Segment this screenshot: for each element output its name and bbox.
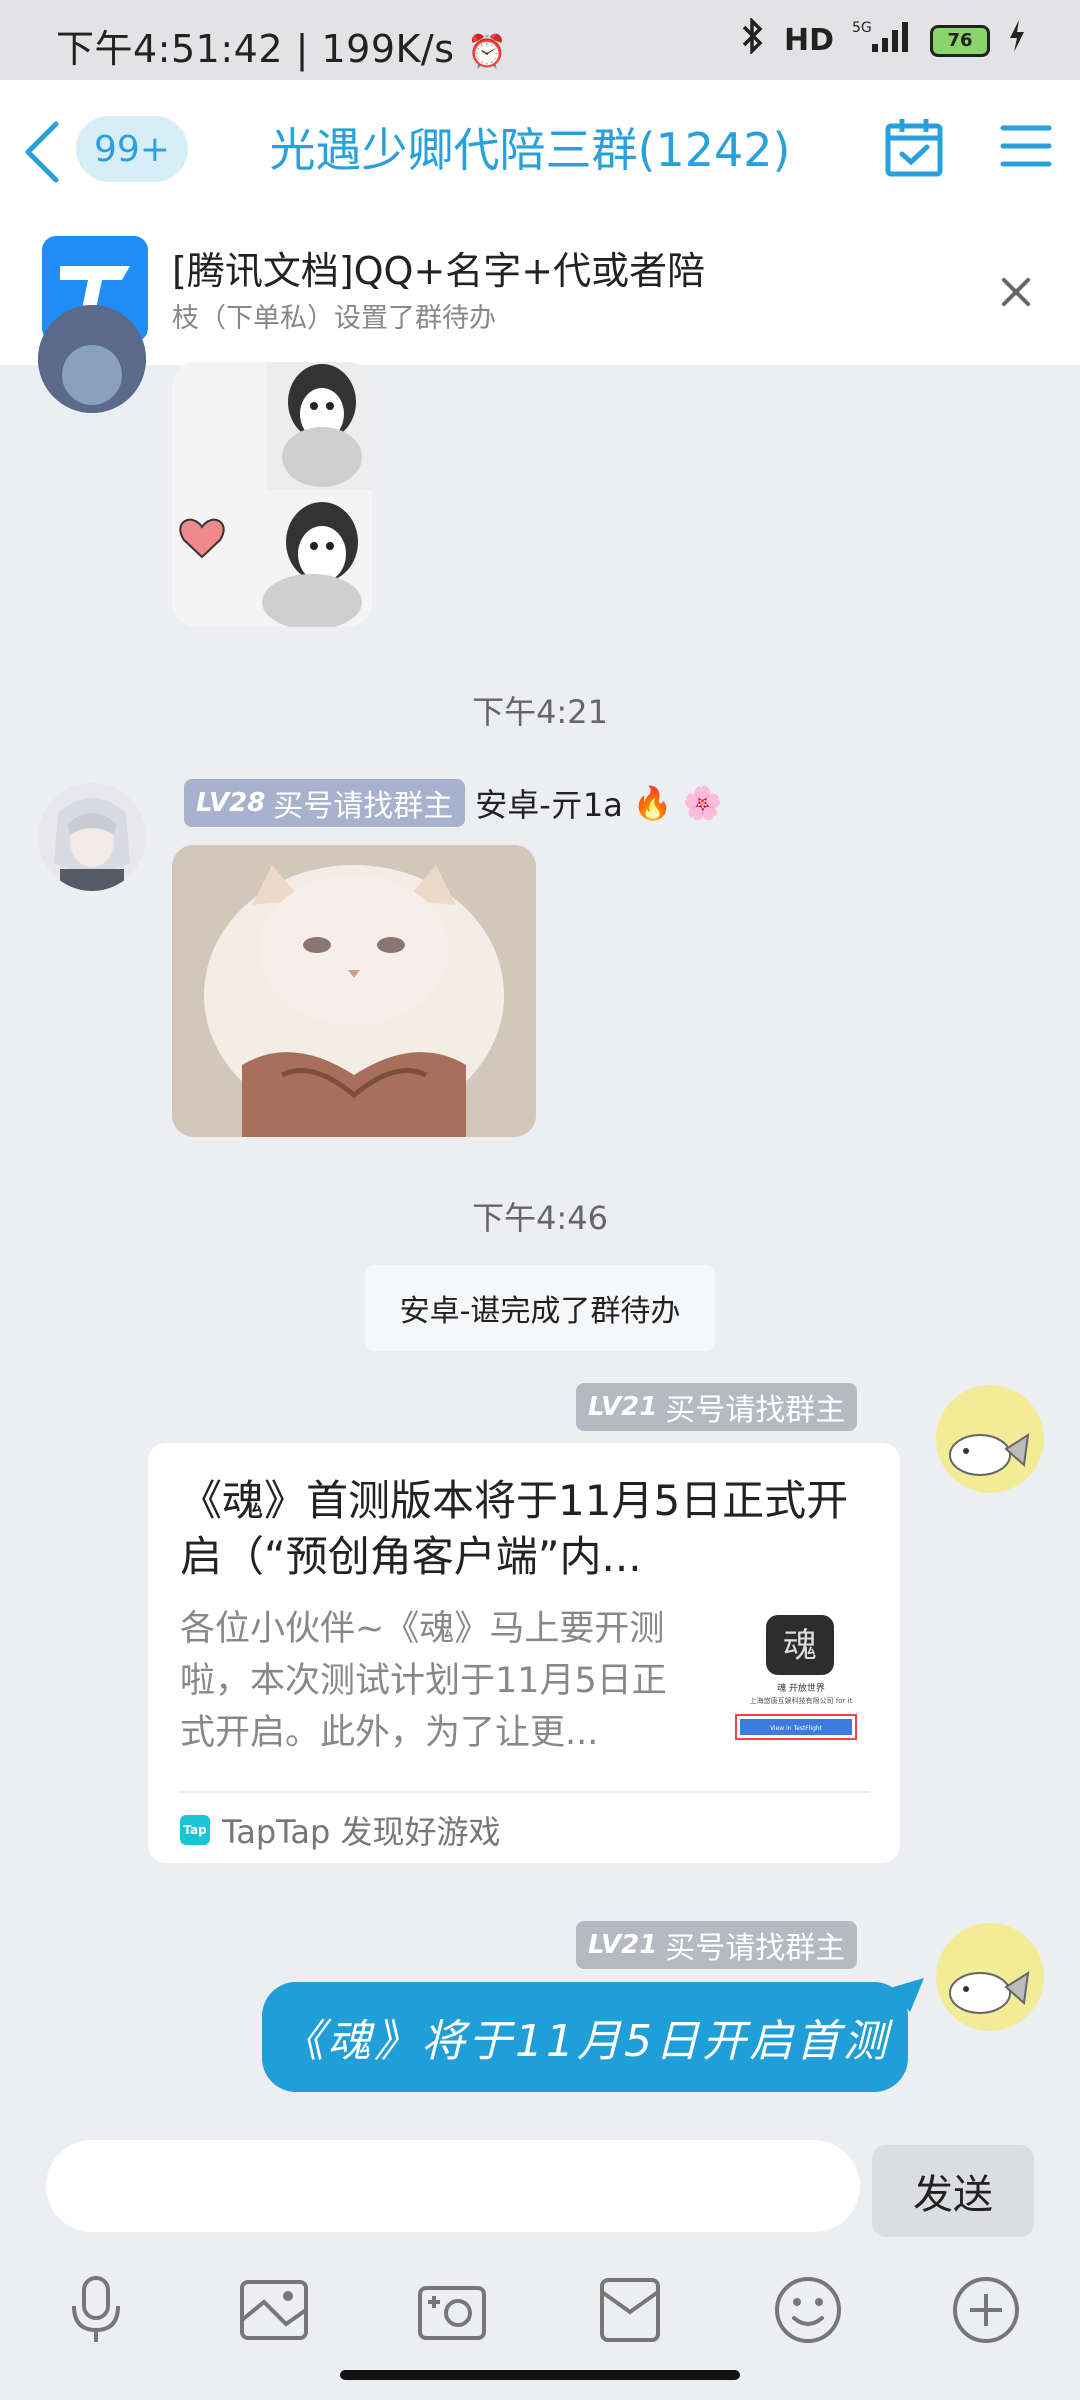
card-source: Tap TapTap 发现好游戏 bbox=[180, 1807, 501, 1853]
home-indicator[interactable] bbox=[340, 2370, 740, 2380]
level-tag: LV21 买号请找群主 bbox=[576, 1383, 858, 1431]
card-description: 各位小伙伴~《魂》马上要开测啦，本次测试计划于11月5日正式开启。此外，为了让更… bbox=[180, 1609, 667, 1753]
signal-5g-icon: 5G bbox=[852, 18, 912, 63]
link-card[interactable]: 《魂》首测版本将于11月5日正式开启（“预创角客户端”内... 各位小伙伴~《魂… bbox=[148, 1443, 900, 1863]
svg-text:5G: 5G bbox=[852, 20, 872, 36]
self-avatar[interactable] bbox=[936, 1385, 1044, 1493]
calendar-check-icon bbox=[885, 119, 943, 177]
file-button[interactable] bbox=[592, 2272, 668, 2348]
close-icon bbox=[1002, 278, 1030, 306]
send-button[interactable]: 发送 bbox=[872, 2145, 1034, 2237]
back-button[interactable] bbox=[18, 116, 68, 188]
image-icon bbox=[240, 2280, 308, 2340]
thumb-caption: 魂 开放世界 bbox=[777, 1682, 825, 1694]
battery-level: 76 bbox=[947, 30, 973, 51]
chat-header: 99+ 光遇少卿代陪三群(1242) bbox=[0, 80, 1080, 220]
system-notice: 安卓-谌完成了群待办 bbox=[365, 1265, 715, 1351]
camera-icon bbox=[418, 2286, 486, 2340]
timestamp: 下午4:46 bbox=[472, 1199, 608, 1237]
pinned-subtitle: 枝（下单私）设置了群待办 bbox=[172, 303, 496, 334]
thumb-company: 上海悠唐互娱科技有限公司 for it bbox=[750, 1696, 853, 1705]
sender-name[interactable]: 安卓-亓1a bbox=[475, 780, 623, 826]
pinned-todo[interactable]: [腾讯文档]QQ+名字+代或者陪 枝（下单私）设置了群待办 bbox=[0, 220, 1080, 365]
menu-icon bbox=[1000, 125, 1052, 167]
emoji-icon bbox=[775, 2277, 841, 2343]
folder-icon bbox=[600, 2278, 660, 2342]
timestamp: 下午4:21 bbox=[472, 693, 608, 731]
group-title[interactable]: 光遇少卿代陪三群(1242) bbox=[230, 114, 830, 180]
plus-icon bbox=[953, 2277, 1019, 2343]
alarm-icon: ⏰ bbox=[467, 32, 508, 70]
card-source-label: TapTap 发现好游戏 bbox=[222, 1813, 501, 1851]
unread-badge[interactable]: 99+ bbox=[76, 116, 188, 182]
input-bar: 发送 bbox=[0, 2135, 1080, 2260]
charging-icon bbox=[1008, 18, 1026, 63]
self-meta: LV21 买号请找群主 bbox=[576, 1383, 858, 1431]
bluetooth-icon bbox=[738, 16, 766, 63]
emoji-button[interactable] bbox=[770, 2272, 846, 2348]
image-button[interactable] bbox=[236, 2272, 312, 2348]
battery-icon: 76 bbox=[930, 24, 990, 57]
pinned-title: [腾讯文档]QQ+名字+代或者陪 bbox=[172, 249, 706, 293]
fire-icon: 🔥 bbox=[632, 784, 673, 822]
card-thumbnail: 魂 魂 开放世界 上海悠唐互娱科技有限公司 for it View in Tes… bbox=[726, 1609, 876, 1749]
level-tag: LV21 买号请找群主 bbox=[576, 1921, 858, 1969]
close-pinned-button[interactable] bbox=[990, 266, 1042, 318]
calendar-button[interactable] bbox=[884, 116, 944, 178]
message-bubble[interactable]: 《魂》将于11月5日开启首测 bbox=[262, 1982, 908, 2092]
taptap-logo-icon: Tap bbox=[180, 1815, 210, 1845]
more-button[interactable] bbox=[948, 2272, 1024, 2348]
status-bar: 下午4:51:42 | 199K/s ⏰ HD 5G 76 bbox=[0, 0, 1080, 80]
clock-text: 下午4:51:42 bbox=[56, 27, 283, 71]
self-avatar[interactable] bbox=[936, 1923, 1044, 2031]
flower-badge-icon: 🌸 bbox=[682, 784, 723, 822]
thumb-button-label: View in TestFlight bbox=[770, 1725, 823, 1732]
camera-button[interactable] bbox=[414, 2272, 490, 2348]
cat-image[interactable] bbox=[172, 845, 536, 1137]
hd-icon: HD bbox=[783, 22, 834, 58]
sender-meta: LV28 买号请找群主 安卓-亓1a 🔥 🌸 bbox=[184, 779, 723, 827]
network-speed: 199K/s bbox=[321, 27, 455, 71]
divider bbox=[180, 1791, 870, 1793]
sender-avatar[interactable] bbox=[38, 783, 146, 891]
chevron-left-icon bbox=[25, 121, 59, 183]
microphone-icon bbox=[72, 2276, 120, 2342]
sender-avatar[interactable] bbox=[38, 305, 146, 413]
penguin-sticker[interactable] bbox=[172, 362, 372, 627]
menu-button[interactable] bbox=[1000, 120, 1052, 172]
card-title: 《魂》首测版本将于11月5日正式开启（“预创角客户端”内... bbox=[180, 1476, 849, 1581]
message-list[interactable]: 下午4:21 LV28 买号请找群主 安卓-亓1a 🔥 🌸 下午4:46 安卓-… bbox=[0, 305, 1080, 2135]
svg-text:魂: 魂 bbox=[783, 1626, 817, 1666]
voice-button[interactable] bbox=[58, 2272, 134, 2348]
status-time: 下午4:51:42 | 199K/s ⏰ bbox=[56, 27, 508, 71]
self-meta: LV21 买号请找群主 bbox=[576, 1921, 858, 1969]
message-input[interactable] bbox=[46, 2140, 860, 2232]
level-tag: LV28 买号请找群主 bbox=[184, 779, 466, 827]
status-icons: HD 5G 76 bbox=[738, 16, 1026, 63]
